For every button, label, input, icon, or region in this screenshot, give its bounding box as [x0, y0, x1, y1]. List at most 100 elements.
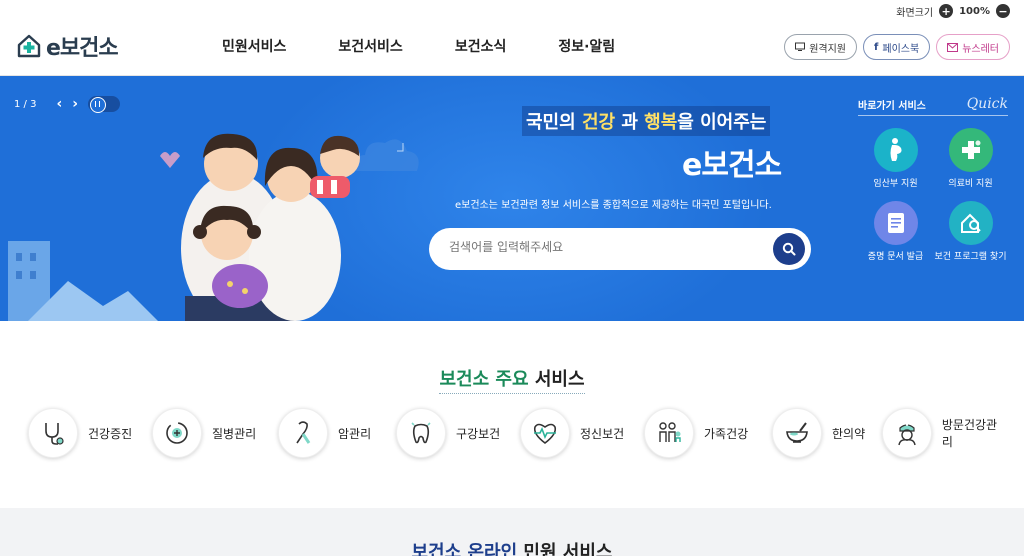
nav-item-civil-service[interactable]: 민원서비스: [222, 36, 286, 56]
search-icon: [782, 242, 796, 256]
service-cancer-care[interactable]: 암관리: [278, 408, 371, 458]
monitor-icon: [795, 42, 806, 51]
service-oral-health[interactable]: 구강보건: [396, 408, 500, 458]
service-circle: [882, 408, 932, 458]
site-logo[interactable]: e보건소: [16, 30, 119, 62]
slide-controls: 1 / 3 ‹ ›: [14, 96, 121, 113]
services-title-underline: 보건소 주요 서비스: [439, 365, 585, 394]
nurse-icon: [898, 424, 916, 446]
service-circle: [644, 408, 694, 458]
zoom-in-button[interactable]: +: [939, 4, 954, 18]
hero-title-highlight-health: 건강: [581, 112, 616, 133]
zoom-control: 화면크기 + 100% −: [896, 0, 1024, 22]
stethoscope-icon: [45, 423, 64, 445]
quick-item-certificate[interactable]: 증명 문서 발급: [858, 201, 933, 262]
quick-header: 바로가기 서비스 Quick: [858, 96, 1008, 116]
service-circle: [520, 408, 570, 458]
service-label: 방문건강관리: [941, 418, 998, 449]
service-family-health[interactable]: 가족건강: [644, 408, 748, 458]
search-input[interactable]: [449, 240, 749, 254]
quick-circle: [873, 128, 918, 172]
service-label: 가족건강: [704, 426, 749, 441]
zoom-out-button[interactable]: −: [996, 4, 1010, 18]
zoom-value: 100%: [959, 5, 990, 17]
pause-icon: [95, 101, 101, 107]
quick-circle: [948, 128, 993, 172]
services-title-rest: 서비스: [528, 369, 585, 390]
newsletter-label: 뉴스레터: [962, 43, 999, 55]
hero-title-highlight-happiness: 행복: [644, 112, 678, 133]
service-label: 질병관리: [212, 426, 257, 441]
disease-icon: [166, 422, 188, 444]
ribbon-icon: [296, 421, 311, 444]
hero-title-mid: 과: [615, 112, 645, 133]
slide-counter: 1 / 3: [14, 98, 37, 110]
quick-script: Quick: [966, 96, 1008, 112]
service-mental-health[interactable]: 정신보건: [520, 408, 624, 458]
hero-title-post: 을 이어주는: [677, 112, 767, 133]
mortar-icon: [786, 422, 808, 443]
services-title-green: 보건소 주요: [439, 369, 529, 390]
header-buttons: 원격지원 f 페이스북 뉴스레터: [784, 34, 1010, 60]
program-search-icon: [960, 213, 981, 233]
quick-label-certificate: 증명 문서 발급: [867, 252, 924, 262]
remote-support-label: 원격지원: [809, 43, 847, 55]
online-service-title: 보건소 온라인 민원 서비스: [0, 538, 1024, 556]
quick-service-panel: 바로가기 서비스 Quick 임산부 지원 의료비 지원 증명 문서 발급 보건…: [858, 96, 1008, 262]
hero-title: 국민의 건강 과 행복을 이어주는: [522, 106, 771, 136]
nav-item-info[interactable]: 정보·알림: [558, 36, 615, 56]
quick-item-pregnancy[interactable]: 임산부 지원: [858, 128, 933, 189]
quick-item-program-search[interactable]: 보건 프로그램 찾기: [933, 201, 1008, 262]
hero-subtitle: e보건소는 보건관련 정보 서비스를 종합적으로 제공하는 대국민 포털입니다.: [455, 200, 772, 211]
search-box: [429, 228, 811, 270]
service-circle: [396, 408, 446, 458]
quick-item-medical-cost[interactable]: 의료비 지원: [933, 128, 1008, 189]
main-nav: 민원서비스 보건서비스 보건소식 정보·알림: [222, 36, 615, 56]
hero-banner: 1 / 3 ‹ › 국민의 건강 과 행복을 이어주는 e보건소 e보건소는 보…: [0, 76, 1024, 321]
online-service-section: 보건소 온라인 민원 서비스: [0, 508, 1024, 556]
service-oriental-medicine[interactable]: 한의약: [772, 408, 865, 458]
service-label: 한의약: [832, 426, 866, 441]
zoom-label: 화면크기: [896, 7, 934, 19]
family-icon: [659, 422, 681, 442]
newsletter-button[interactable]: 뉴스레터: [936, 34, 1010, 60]
facebook-button[interactable]: f 페이스북: [863, 34, 931, 60]
hero-brand: e보건소: [682, 148, 782, 183]
service-circle: [772, 408, 822, 458]
prev-slide-button[interactable]: ‹: [56, 96, 62, 112]
heart-pulse-icon: [533, 423, 557, 445]
service-circle: [28, 408, 78, 458]
hero-title-pre: 국민의: [526, 112, 582, 133]
mail-icon: [947, 42, 959, 52]
next-slide-button[interactable]: ›: [72, 96, 78, 112]
pause-slide-button[interactable]: [88, 96, 121, 113]
medical-cross-icon: [961, 139, 981, 159]
facebook-icon: f: [874, 41, 879, 53]
quick-circle: [948, 201, 993, 245]
service-home-visit[interactable]: 방문건강관리: [882, 408, 1008, 458]
service-label: 건강증진: [88, 426, 133, 441]
quick-label-pregnancy: 임산부 지원: [873, 179, 918, 189]
service-circle: [278, 408, 328, 458]
document-icon: [887, 213, 904, 233]
service-health-promotion[interactable]: 건강증진: [28, 408, 132, 458]
services-row: 건강증진 질병관리 암관리 구강보건 정신보건 가족건강 한의약 방문건강관리: [28, 408, 1008, 460]
facebook-label: 페이스북: [882, 43, 920, 55]
nav-item-health-service[interactable]: 보건서비스: [338, 36, 402, 56]
family-illustration: [160, 133, 360, 321]
pregnant-icon: [890, 138, 901, 161]
quick-circle: [873, 201, 918, 245]
search-button[interactable]: [773, 233, 805, 265]
logo-house-icon: [17, 34, 41, 58]
online-title-rest: 민원 서비스: [517, 542, 613, 556]
quick-grid: 임산부 지원 의료비 지원 증명 문서 발급 보건 프로그램 찾기: [858, 128, 1008, 262]
logo-text: e보건소: [46, 36, 119, 61]
quick-title: 바로가기 서비스: [858, 101, 926, 112]
service-disease-control[interactable]: 질병관리: [152, 408, 256, 458]
online-title-blue: 보건소 온라인: [411, 542, 518, 556]
service-label: 정신보건: [580, 426, 625, 441]
service-label: 구강보건: [456, 426, 501, 441]
site-header: e보건소 민원서비스 보건서비스 보건소식 정보·알림 원격지원 f 페이스북 …: [0, 22, 1024, 76]
remote-support-button[interactable]: 원격지원: [784, 34, 858, 60]
nav-item-news[interactable]: 보건소식: [455, 36, 507, 56]
